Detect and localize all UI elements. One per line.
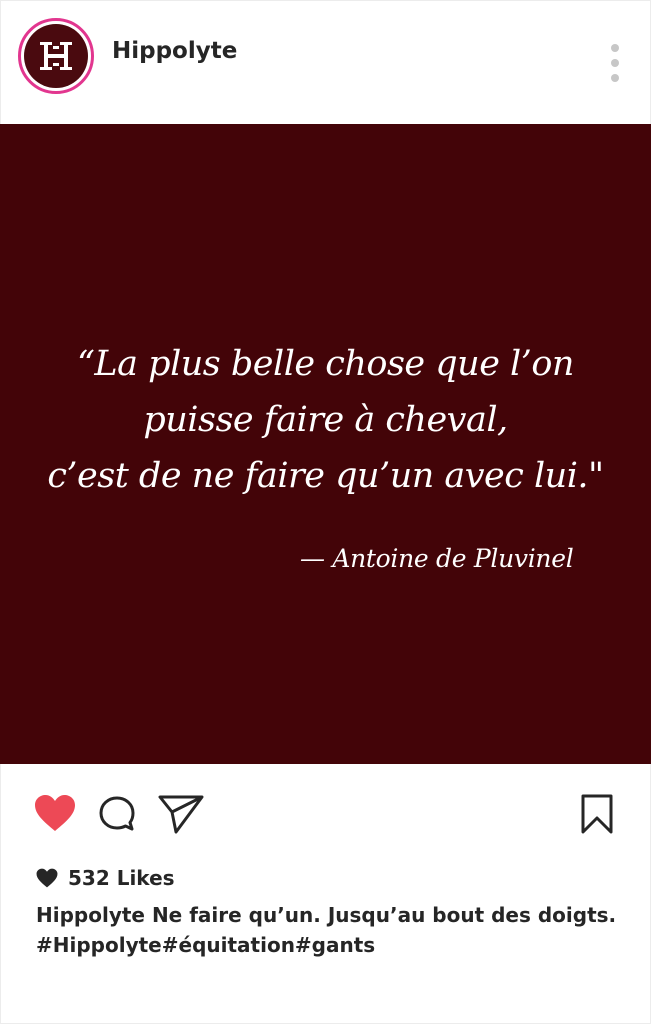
caption: Hippolyte Ne faire qu’un. Jusqu’au bout … (36, 900, 636, 960)
post-image[interactable]: “La plus belle chose que l’on puisse fai… (0, 124, 651, 764)
brand-logo (24, 24, 88, 88)
quote-author: — Antoine de Pluvinel (300, 544, 574, 573)
comment-icon[interactable] (98, 795, 136, 833)
dot (611, 44, 619, 52)
avatar[interactable] (18, 18, 94, 94)
dot (611, 74, 619, 82)
username[interactable]: Hippolyte (112, 38, 237, 64)
send-icon[interactable] (158, 794, 204, 834)
quote-line: c’est de ne faire qu’un avec lui." (47, 456, 604, 496)
likes-label: 532 Likes (68, 866, 175, 890)
caption-text: Hippolyte Ne faire qu’un. Jusqu’au bout … (36, 903, 617, 927)
quote-line: “La plus belle chose que l’on (77, 344, 574, 384)
bookmark-icon[interactable] (580, 794, 614, 834)
dot (611, 59, 619, 67)
heart-icon[interactable] (34, 794, 76, 832)
action-bar (0, 764, 651, 864)
quote-line: puisse faire à cheval, (143, 400, 508, 440)
more-options-icon[interactable] (608, 44, 622, 82)
heart-small-icon (36, 868, 58, 888)
quote-text: “La plus belle chose que l’on puisse fai… (0, 336, 651, 504)
post-header: Hippolyte (0, 0, 651, 124)
likes-count[interactable]: 532 Likes (36, 866, 175, 890)
hippolyte-logo-icon (40, 42, 72, 70)
caption-hashtags[interactable]: #Hippolyte#équitation#gants (36, 930, 636, 960)
